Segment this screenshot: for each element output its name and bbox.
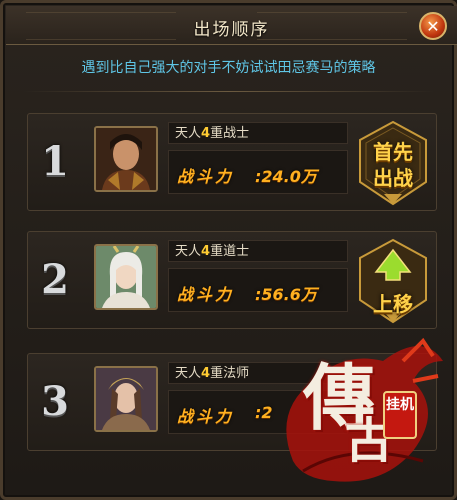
name-prefix: 天人: [175, 244, 202, 259]
name-prefix: 天人: [175, 126, 202, 141]
combat-power-label: 战斗力: [177, 167, 235, 186]
combat-power: 战斗力 :24.0万: [168, 150, 348, 194]
dialog-header: 出场顺序 ✕: [6, 6, 457, 45]
combat-power-value: :56.6万: [255, 285, 317, 304]
rank-number: 1: [41, 138, 69, 185]
first-battle-line2: 出战: [373, 166, 413, 190]
class-name: 重法师: [210, 366, 250, 381]
divider: [23, 91, 434, 92]
mage-avatar[interactable]: [94, 366, 158, 432]
warrior-avatar[interactable]: [94, 126, 158, 192]
combat-power: 战斗力 :56.6万: [168, 268, 348, 312]
combat-power-value: :2: [255, 403, 273, 422]
strategy-tip: 遇到比自己强大的对手不妨试试田忌赛马的策略: [81, 60, 376, 76]
first-battle-badge[interactable]: 首先 出战: [356, 120, 430, 206]
class-name: 重道士: [210, 244, 250, 259]
combat-power-value: :24.0万: [255, 167, 317, 186]
rank-number: 3: [41, 378, 69, 425]
rank-number: 2: [41, 256, 69, 303]
tier-number: 4: [201, 244, 211, 259]
character-name: 天人4重道士: [168, 240, 348, 262]
close-button[interactable]: ✕: [419, 12, 447, 40]
taoist-avatar[interactable]: [94, 244, 158, 310]
class-name: 重战士: [210, 126, 250, 141]
lineup-row-2: 2 天人4重道士 战斗力 :56.6万 上移: [27, 231, 437, 329]
game-logo-watermark: 傳 古 挂机: [273, 321, 453, 491]
logo-badge: 挂机: [383, 391, 417, 439]
character-name: 天人4重战士: [168, 122, 348, 144]
tier-number: 4: [201, 126, 211, 141]
dialog-title: 出场顺序: [193, 20, 270, 40]
lineup-row-1: 1 天人4重战士 战斗力 :24.0万 首先 出战: [27, 113, 437, 211]
close-icon: ✕: [426, 16, 440, 36]
tier-number: 4: [201, 366, 211, 381]
name-prefix: 天人: [175, 366, 202, 381]
first-battle-line1: 首先: [373, 140, 413, 164]
combat-power-label: 战斗力: [177, 285, 235, 304]
combat-power-label: 战斗力: [177, 407, 235, 426]
move-up-label: 上移: [373, 292, 413, 316]
move-up-button[interactable]: 上移: [356, 238, 430, 324]
order-dialog: 出场顺序 ✕ 遇到比自己强大的对手不妨试试田忌赛马的策略 1 天人4重战士 战斗…: [0, 0, 457, 500]
